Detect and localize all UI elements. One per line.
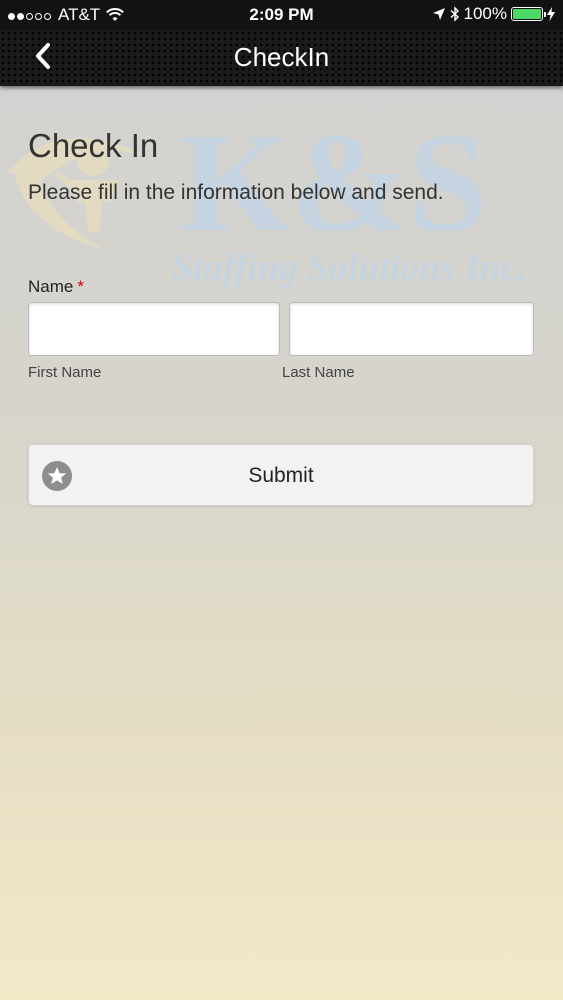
- navigation-bar: CheckIn: [0, 30, 563, 86]
- bluetooth-icon: [450, 6, 459, 22]
- submit-button[interactable]: Submit: [28, 444, 534, 506]
- form-instructions: Please fill in the information below and…: [28, 181, 444, 204]
- logo-tagline: Staffing Solutions Inc.: [172, 247, 527, 289]
- name-label-text: Name: [28, 277, 74, 296]
- status-right: 100%: [428, 4, 555, 24]
- nav-title: CheckIn: [233, 42, 330, 72]
- battery-icon: [511, 7, 546, 21]
- required-marker: *: [77, 277, 84, 296]
- status-bar: AT&T 2:09 PM 100%: [0, 0, 563, 30]
- location-arrow-icon: [432, 8, 445, 20]
- charging-bolt-icon: [547, 7, 555, 21]
- first-name-sublabel: First Name: [28, 364, 102, 381]
- battery-level: [513, 9, 541, 19]
- name-label: Name *: [28, 277, 84, 297]
- page-title: Check In: [28, 127, 159, 164]
- battery-percent: 100%: [463, 4, 507, 23]
- first-name-input[interactable]: [28, 302, 280, 356]
- last-name-sublabel: Last Name: [282, 364, 355, 381]
- last-name-input[interactable]: [289, 302, 534, 356]
- submit-label: Submit: [248, 464, 314, 487]
